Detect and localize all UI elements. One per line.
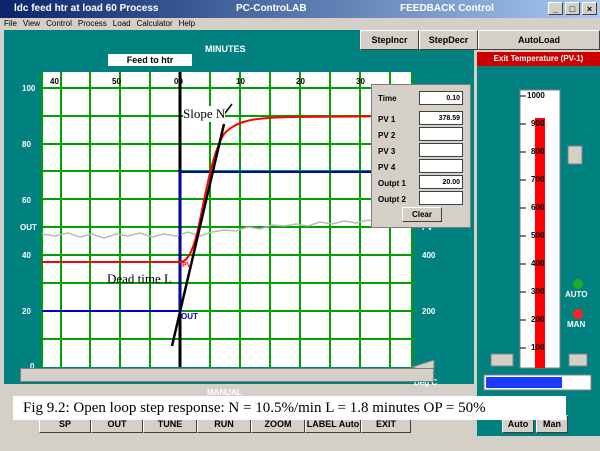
menu-file[interactable]: File [4, 18, 17, 30]
exit-temp-panel [477, 52, 600, 436]
pv4-label: PV 4 [378, 163, 396, 172]
minimize-button[interactable]: _ [548, 2, 563, 15]
menu-help[interactable]: Help [179, 18, 195, 30]
outpt1-label: Outpt 1 [378, 179, 406, 188]
title-bar: ldc feed htr at load 60 Process PC-Contr… [0, 0, 600, 18]
pv4-value [419, 159, 463, 173]
pv2-label: PV 2 [378, 131, 396, 140]
figure-caption: Fig 9.2: Open loop step response: N = 10… [13, 396, 566, 420]
pv3-label: PV 3 [378, 147, 396, 156]
feed-label: Feed to htr [108, 54, 192, 66]
close-button[interactable]: × [582, 2, 597, 15]
clear-button[interactable]: Clear [402, 207, 442, 222]
top-toolbar: StepIncr StepDecr AutoLoad [360, 30, 600, 50]
menu-process[interactable]: Process [78, 18, 107, 30]
step-incr-button[interactable]: StepIncr [360, 30, 419, 50]
outpt2-value [419, 191, 463, 205]
values-popup: Time 0.10 PV 1 378.59 PV 2 PV 3 PV 4 Out… [371, 84, 471, 228]
auto-load-button[interactable]: AutoLoad [478, 30, 600, 50]
window-title: ldc feed htr at load 60 Process [14, 3, 159, 14]
minutes-label: MINUTES [205, 44, 246, 54]
menu-load[interactable]: Load [113, 18, 131, 30]
time-value: 0.10 [419, 91, 463, 105]
app-name: PC-ControLAB [236, 3, 307, 14]
pv1-value: 378.59 [419, 111, 463, 125]
outpt2-label: Outpt 2 [378, 195, 406, 204]
mode-title: FEEDBACK Control [400, 3, 494, 14]
menu-bar: File View Control Process Load Calculato… [0, 18, 600, 30]
pv3-value [419, 143, 463, 157]
exit-temp-header: Exit Temperature (PV-1) [477, 52, 600, 66]
menu-calculator[interactable]: Calculator [137, 18, 173, 30]
time-label: Time [378, 94, 397, 103]
maximize-button[interactable]: □ [565, 2, 580, 15]
pv2-value [419, 127, 463, 141]
menu-view[interactable]: View [23, 18, 40, 30]
step-decr-button[interactable]: StepDecr [419, 30, 478, 50]
horizontal-scrollbar[interactable] [20, 368, 434, 382]
pv1-label: PV 1 [378, 115, 396, 124]
menu-control[interactable]: Control [46, 18, 72, 30]
outpt1-value: 20.00 [419, 175, 463, 189]
